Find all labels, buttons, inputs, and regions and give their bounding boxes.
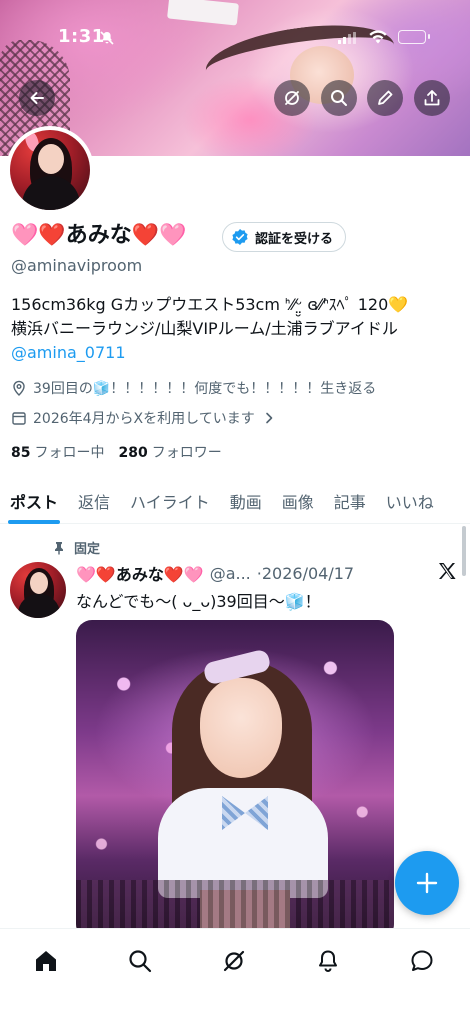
post-header: 🩷❤️あみな❤️🩷 @a... ·2026/04/17	[76, 561, 354, 585]
avatar-art	[30, 572, 48, 594]
post-author-name[interactable]: 🩷❤️あみな❤️🩷	[76, 561, 204, 585]
following-link[interactable]: 85 フォロー中	[11, 442, 104, 462]
nav-notifications[interactable]	[304, 941, 352, 981]
grok-icon	[285, 91, 299, 105]
followers-label: フォロワー	[151, 445, 222, 461]
back-arrow-icon	[30, 92, 44, 104]
post-text: なんどでも〜( ᴗ_ᴗ)39回目〜🧊！	[76, 592, 321, 611]
post-image[interactable]	[76, 620, 394, 940]
get-verified-label: 認証を受ける	[255, 231, 334, 247]
post-image-art	[200, 678, 282, 778]
post-avatar[interactable]	[10, 562, 66, 618]
chevron-right-icon	[265, 412, 273, 424]
share-button[interactable]	[414, 80, 450, 116]
pinned-label: 固定	[74, 542, 101, 557]
nav-grok[interactable]	[210, 941, 258, 981]
edit-pencil-icon	[378, 90, 393, 105]
back-button[interactable]	[19, 80, 55, 116]
compose-post-button[interactable]	[395, 851, 459, 915]
wifi-icon	[369, 30, 387, 44]
following-label: フォロー中	[34, 445, 105, 461]
tab-photos[interactable]: 画像	[272, 478, 324, 524]
joined-text: 2026年4月からXを利用しています	[33, 411, 255, 427]
nav-messages[interactable]	[398, 941, 446, 981]
tab-posts[interactable]: ポスト	[0, 478, 68, 524]
pinned-indicator: 固定	[52, 538, 100, 557]
location-pin-icon	[13, 380, 25, 396]
plus-icon	[416, 872, 438, 894]
get-verified-button[interactable]: 認証を受ける	[222, 222, 347, 252]
messages-icon	[411, 950, 433, 971]
search-button[interactable]	[321, 80, 357, 116]
banner-art	[167, 0, 239, 26]
display-name: 🩷❤️あみな❤️🩷	[11, 223, 187, 248]
search-icon	[129, 950, 152, 973]
cellular-signal-icon	[338, 32, 356, 44]
tab-likes[interactable]: いいね	[376, 478, 444, 524]
share-icon	[424, 90, 440, 106]
scrollbar[interactable]	[462, 526, 466, 576]
follow-stats: 85 フォロー中 280 フォロワー	[11, 442, 222, 462]
tab-articles[interactable]: 記事	[324, 478, 376, 524]
avatar-art	[38, 144, 64, 174]
edit-button[interactable]	[367, 80, 403, 116]
profile-location: 39回目の🧊！！！！！！何度でも！！！！！生き返る	[11, 378, 376, 398]
search-icon	[331, 90, 347, 106]
avatar-image	[10, 130, 90, 210]
x-logo-icon	[439, 563, 456, 579]
bottom-navigation	[0, 928, 470, 1024]
followers-link[interactable]: 280 フォロワー	[118, 442, 221, 462]
following-count: 85	[11, 445, 31, 461]
profile-avatar[interactable]	[6, 126, 94, 214]
status-time: 1:31	[58, 26, 105, 47]
pin-icon	[55, 541, 63, 554]
post-author-handle: @a...	[209, 563, 251, 583]
status-bar: 1:31	[0, 24, 470, 52]
grok-icon	[223, 950, 245, 972]
verified-badge-icon	[232, 229, 248, 245]
location-text: 39回目の🧊！！！！！！何度でも！！！！！生き返る	[33, 381, 377, 397]
bell-icon	[319, 950, 337, 972]
bell-muted-icon	[100, 31, 114, 45]
grok-button[interactable]	[274, 80, 310, 116]
tab-replies[interactable]: 返信	[68, 478, 120, 524]
post-date[interactable]: ·2026/04/17	[257, 564, 354, 583]
tab-videos[interactable]: 動画	[220, 478, 272, 524]
profile-handle: @aminaviproom	[11, 256, 143, 275]
bio-line: 横浜バニーラウンジ/山梨VIPルーム/土浦ラブアイドル	[11, 319, 398, 338]
tab-highlights[interactable]: ハイライト	[120, 478, 220, 524]
battery-icon	[398, 30, 430, 44]
followers-count: 280	[118, 445, 148, 461]
nav-search[interactable]	[116, 941, 164, 981]
profile-joined[interactable]: 2026年4月からXを利用しています	[11, 408, 277, 428]
bio-line: 156cm36kg Gカップウエスト53cm ᑋ⁄⁄ᵕ̤̮ ɞ⁄⁄ᑋｽﾍﾟ 12…	[11, 295, 409, 314]
bio-mention-link[interactable]: @amina_0711	[11, 341, 463, 365]
calendar-icon	[12, 412, 26, 425]
profile-tabs: ポスト 返信 ハイライト 動画 画像 記事 いいね	[0, 478, 470, 524]
home-icon	[36, 951, 56, 971]
profile-bio: 156cm36kg Gカップウエスト53cm ᑋ⁄⁄ᵕ̤̮ ɞ⁄⁄ᑋｽﾍﾟ 12…	[11, 293, 463, 365]
nav-home[interactable]	[22, 941, 70, 981]
